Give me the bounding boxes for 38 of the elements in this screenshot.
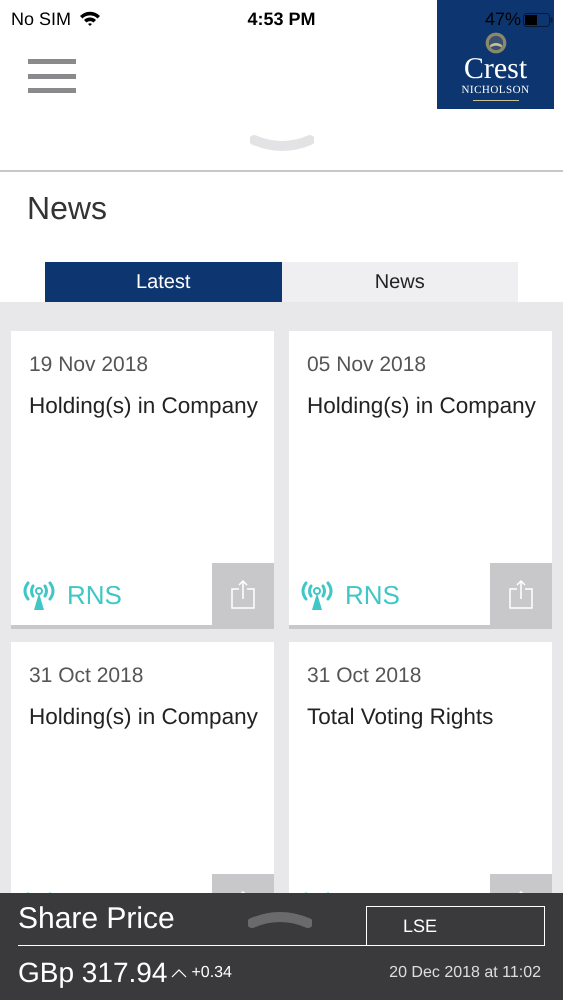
news-card[interactable]: 19 Nov 2018 Holding(s) in Company RNS — [11, 331, 274, 629]
caret-up-icon — [171, 968, 188, 978]
logo-name: Crest — [464, 54, 528, 84]
news-title: Holding(s) in Company — [306, 392, 537, 420]
tab[interactable]: News — [282, 262, 518, 302]
share-price-value: GBp 317.94 — [18, 957, 168, 989]
chevron-down-icon[interactable] — [250, 134, 314, 154]
carrier-label: No SIM — [11, 8, 72, 30]
wifi-icon — [79, 11, 102, 27]
source-label: RNS — [67, 580, 122, 610]
crest-emblem-icon — [484, 32, 506, 54]
battery-percent: 47% — [484, 9, 521, 30]
broadcast-icon — [299, 579, 335, 611]
news-card[interactable]: 05 Nov 2018 Holding(s) in Company RNS — [289, 331, 552, 629]
share-icon — [231, 579, 255, 609]
news-date: 05 Nov 2018 — [306, 352, 428, 377]
menu-icon[interactable] — [28, 59, 76, 93]
price-change: +0.34 — [191, 964, 232, 982]
broadcast-icon — [21, 579, 57, 611]
exchange-button[interactable]: LSE — [366, 906, 545, 946]
share-icon — [509, 579, 533, 609]
clock-time: 4:53 PM — [247, 8, 316, 30]
news-title: Total Voting Rights — [306, 703, 494, 731]
news-title: Holding(s) in Company — [28, 392, 259, 420]
chevron-up-icon[interactable] — [248, 909, 312, 929]
news-date: 31 Oct 2018 — [28, 663, 144, 688]
tab[interactable]: Latest — [45, 262, 282, 302]
price-timestamp: 20 Dec 2018 at 11:02 — [389, 964, 541, 982]
news-card[interactable]: 31 Oct 2018 Holding(s) in Company — [11, 642, 274, 893]
page-title: News — [27, 189, 108, 228]
share-price-title: Share Price — [18, 902, 175, 936]
source-label: RNS — [345, 580, 400, 610]
logo-subtitle: NICHOLSON — [461, 84, 530, 96]
battery-icon — [523, 12, 553, 26]
news-title: Holding(s) in Company — [28, 703, 259, 731]
news-date: 31 Oct 2018 — [306, 663, 422, 688]
news-card[interactable]: 31 Oct 2018 Total Voting Rights — [289, 642, 552, 893]
news-date: 19 Nov 2018 — [28, 352, 150, 377]
